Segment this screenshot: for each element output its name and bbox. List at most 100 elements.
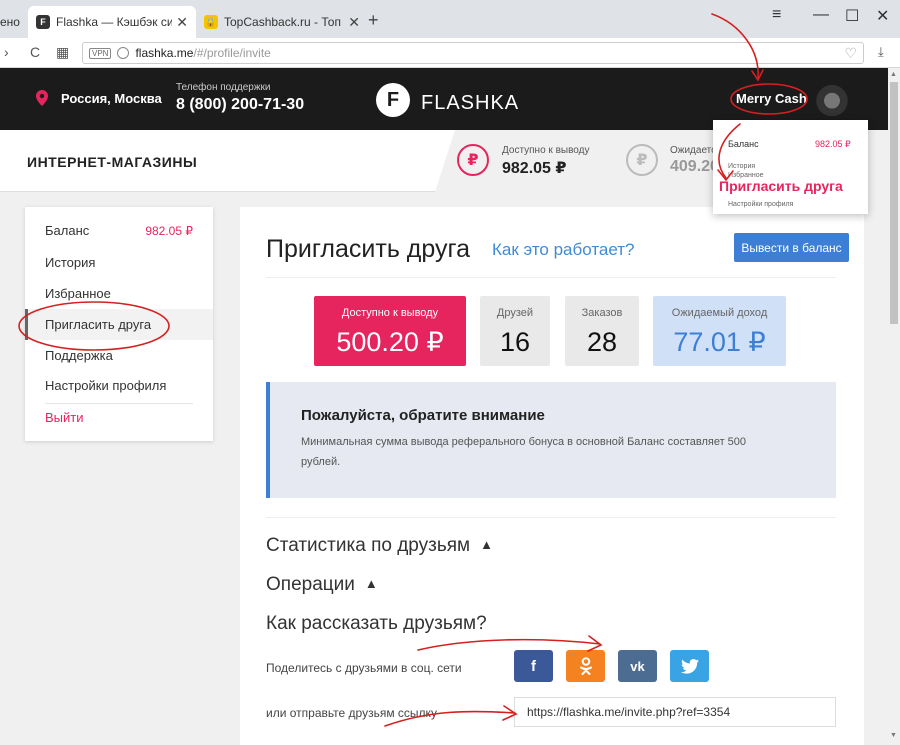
pending-ruble-icon: ₽ (626, 144, 658, 176)
back-icon[interactable]: › (4, 44, 9, 60)
url-domain: flashka.me (135, 46, 194, 60)
section-title: Операции (266, 574, 355, 595)
bookmark-heart-icon[interactable]: ♡ (844, 45, 857, 62)
sidebar-item-label: Настройки профиля (45, 378, 167, 393)
user-dropdown-menu: Баланс 982.05 ₽ История Избранное Пригла… (713, 120, 868, 214)
shops-link[interactable]: ИНТЕРНЕТ-МАГАЗИНЫ (27, 154, 197, 170)
twitter-share-button[interactable] (670, 650, 709, 682)
dropdown-balance-value: 982.05 ₽ (815, 139, 851, 149)
sidebar-item-label: История (45, 255, 96, 270)
sidebar-item-label: Выйти (45, 410, 84, 425)
share-section-title: Как рассказать друзьям? (266, 613, 487, 634)
orders-card: Заказов 28 (565, 296, 639, 366)
tab-menu-icon[interactable]: ≡ (772, 6, 781, 24)
card-label: Ожидаемый доход (671, 307, 768, 319)
link-label: или отправьте друзьям ссылку (266, 706, 437, 720)
twitter-icon (680, 658, 699, 674)
browser-tab-previous[interactable]: ено (0, 6, 28, 38)
divider (266, 277, 836, 278)
page-scrollbar[interactable]: ▲ ▼ (888, 68, 900, 745)
support-phone[interactable]: 8 (800) 200-71-30 (176, 96, 304, 114)
close-tab-icon[interactable]: ✕ (176, 14, 188, 31)
available-card: Доступно к выводу 500.20 ₽ (314, 296, 466, 366)
operations-section-toggle[interactable]: Операции ▲ (266, 574, 378, 596)
maximize-icon[interactable]: ☐ (845, 6, 859, 26)
divider (266, 517, 836, 518)
close-tab-icon[interactable]: ✕ (348, 14, 360, 31)
city-selector[interactable]: Россия, Москва (61, 91, 162, 106)
scrollbar-thumb[interactable] (890, 82, 898, 324)
dropdown-item-invite[interactable]: Пригласить друга (719, 178, 843, 194)
withdraw-to-balance-button[interactable]: Вывести в баланс (734, 233, 849, 262)
card-value: 28 (586, 327, 618, 357)
sidebar-item-invite[interactable]: Пригласить друга (25, 309, 213, 340)
facebook-icon: f (531, 657, 536, 675)
card-label: Заказов (581, 307, 623, 319)
sidebar-item-label: Избранное (45, 286, 111, 301)
tab-title: TopCashback.ru - Топ лучш (224, 15, 344, 29)
url-input[interactable]: VPN flashka.me /#/profile/invite ♡ (82, 42, 864, 64)
available-value: 982.05 ₽ (502, 160, 567, 177)
sidebar-item-label: Поддержка (45, 348, 113, 363)
dropdown-item-history[interactable]: История (728, 163, 755, 170)
card-value: 500.20 ₽ (336, 327, 444, 357)
expected-value: 409.20 (670, 158, 719, 175)
user-menu[interactable]: Merry Cash (736, 91, 807, 106)
notice-box: Пожалуйста, обратите внимание Минимальна… (266, 382, 836, 498)
close-window-icon[interactable]: ✕ (876, 6, 889, 26)
browser-tab-topcashback[interactable]: 🔒 TopCashback.ru - Топ лучш ✕ (198, 6, 366, 38)
download-icon[interactable]: ⤓ (878, 44, 884, 60)
invite-link-field[interactable] (514, 697, 836, 727)
support-label: Телефон поддержки (176, 82, 271, 93)
tab-title: Flashka — Кэшбэк систем (56, 15, 173, 29)
sidebar-item-logout[interactable]: Выйти (25, 402, 213, 433)
url-path: /#/profile/invite (193, 46, 271, 60)
sidebar-item-favorites[interactable]: Избранное (25, 278, 213, 309)
card-value: 16 (499, 327, 531, 357)
browser-tab-flashka[interactable]: F Flashka — Кэшбэк систем ✕ (28, 6, 196, 38)
expected-income-card: Ожидаемый доход 77.01 ₽ (653, 296, 786, 366)
logo-text[interactable]: FLASHKA (421, 92, 519, 115)
dropdown-item-settings[interactable]: Настройки профиля (728, 201, 793, 208)
avatar[interactable] (814, 82, 850, 116)
odnoklassniki-icon (579, 657, 592, 675)
notice-title: Пожалуйста, обратите внимание (301, 407, 545, 424)
withdraw-ruble-icon: ₽ (457, 144, 489, 176)
card-label: Доступно к выводу (341, 307, 439, 319)
notice-text: Минимальная сумма вывода реферального бо… (301, 436, 747, 468)
sidebar-item-support[interactable]: Поддержка (25, 340, 213, 371)
flashka-favicon-icon: F (36, 15, 50, 29)
tab-title: ено (0, 15, 20, 29)
section-title: Статистика по друзьям (266, 535, 471, 556)
location-pin-icon (36, 90, 48, 106)
scroll-down-icon[interactable]: ▼ (890, 732, 897, 739)
new-tab-icon[interactable]: + (368, 10, 379, 31)
flashka-logo-icon[interactable]: F (376, 83, 410, 117)
dropdown-balance-label[interactable]: Баланс (728, 139, 759, 149)
scroll-up-icon[interactable]: ▲ (890, 71, 897, 78)
available-label: Доступно к выводу (502, 145, 590, 156)
address-bar: › C ▦ VPN flashka.me /#/profile/invite ♡… (0, 38, 900, 68)
card-label: Друзей (496, 307, 534, 319)
browser-tabbar: ено F Flashka — Кэшбэк систем ✕ 🔒 TopCas… (0, 0, 900, 38)
expected-label: Ожидаетс (670, 145, 717, 156)
sidebar-item-balance[interactable]: Баланс 982.05 ₽ (25, 215, 213, 246)
globe-icon (117, 47, 130, 59)
vpn-badge[interactable]: VPN (89, 47, 112, 59)
card-value: 77.01 ₽ (673, 327, 766, 357)
reload-icon[interactable]: C (30, 44, 40, 60)
stats-section-toggle[interactable]: Статистика по друзьям ▲ (266, 535, 493, 557)
minimize-icon[interactable]: — (813, 6, 829, 24)
sidebar-item-label: Пригласить друга (45, 317, 152, 332)
grid-icon[interactable]: ▦ (56, 44, 69, 61)
facebook-share-button[interactable]: f (514, 650, 553, 682)
how-it-works-link[interactable]: Как это работает? (492, 240, 635, 260)
sidebar-item-history[interactable]: История (25, 247, 213, 278)
share-label: Поделитесь с друзьями в соц. сети (266, 661, 462, 675)
sidebar-item-settings[interactable]: Настройки профиля (25, 370, 213, 401)
chevron-up-icon: ▲ (480, 537, 493, 552)
lock-icon: 🔒 (204, 15, 218, 29)
vk-share-button[interactable]: vk (618, 650, 657, 682)
sidebar-item-label: Баланс (45, 223, 90, 238)
odnoklassniki-share-button[interactable] (566, 650, 605, 682)
